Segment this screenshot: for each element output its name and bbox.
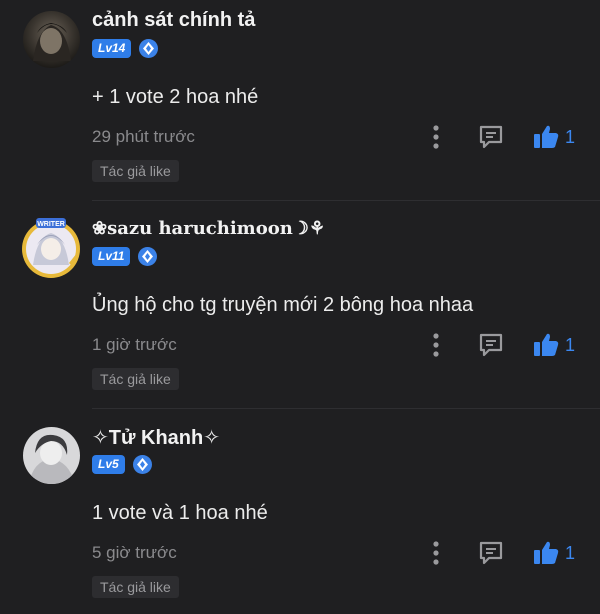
reply-icon[interactable] [478, 540, 504, 566]
timestamp: 29 phút trước [92, 127, 195, 146]
comment-item: cảnh sát chính tả Lv14 + 1 vote 2 hoa nh… [0, 0, 600, 208]
avatar-writer-text: WRITER [37, 221, 65, 228]
more-options-icon[interactable] [426, 124, 446, 150]
more-options-icon[interactable] [426, 332, 446, 358]
author-liked-badge: Tác giả like [92, 368, 179, 390]
like-icon[interactable] [532, 539, 560, 567]
author-liked-badge: Tác giả like [92, 576, 179, 598]
level-badge: Lv14 [92, 39, 132, 58]
author-name[interactable]: ❀sazu haruchimoon☽⚘ [92, 218, 325, 239]
level-badge: Lv5 [92, 455, 125, 474]
author-name[interactable]: cảnh sát chính tả [92, 9, 255, 32]
comment-text: Ủng hộ cho tg truyện mới 2 bông hoa nhaa [92, 294, 474, 316]
avatar[interactable] [23, 11, 80, 68]
reply-icon[interactable] [478, 124, 504, 150]
avatar[interactable]: WRITER [22, 218, 80, 278]
timestamp: 5 giờ trước [92, 543, 177, 562]
like-count: 1 [565, 127, 576, 147]
author-name[interactable]: ✧Tử Khanh✧ [92, 425, 220, 450]
comment-item: ✧Tử Khanh✧ Lv5 1 vote và 1 hoa nhé 5 giờ… [0, 416, 600, 614]
gem-icon [138, 247, 157, 266]
timestamp: 1 giờ trước [92, 335, 177, 354]
level-badge: Lv11 [92, 247, 131, 266]
divider [92, 408, 600, 409]
like-count: 1 [565, 335, 576, 355]
gem-icon [133, 455, 152, 474]
author-liked-badge: Tác giả like [92, 160, 179, 182]
avatar[interactable] [23, 427, 80, 484]
comment-list: cảnh sát chính tả Lv14 + 1 vote 2 hoa nh… [0, 0, 600, 614]
comment-text: + 1 vote 2 hoa nhé [92, 86, 259, 108]
divider [92, 200, 600, 201]
comment-text: 1 vote và 1 hoa nhé [92, 502, 268, 524]
like-icon[interactable] [532, 123, 560, 151]
gem-icon [139, 39, 158, 58]
like-icon[interactable] [532, 331, 560, 359]
comment-item: WRITER ❀sazu haruchimoon☽⚘ Lv11 Ủng hộ c… [0, 208, 600, 416]
like-count: 1 [565, 543, 576, 563]
more-options-icon[interactable] [426, 540, 446, 566]
reply-icon[interactable] [478, 332, 504, 358]
